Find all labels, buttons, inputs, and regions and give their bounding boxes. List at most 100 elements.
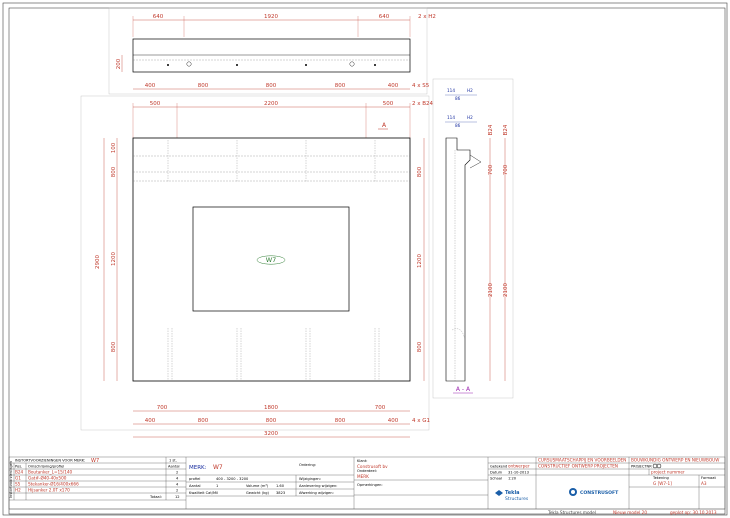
top-dim-1: 640 [153,14,164,20]
construsoft-name: CONSTRUSOFT [580,490,619,496]
sec-side-1: B24 [488,124,494,135]
sec-side-2: B24 [503,124,509,135]
row-pos-1: B24 [15,470,24,475]
info-value-1: ontwerper [508,464,530,469]
row-qty-1: 2 [176,471,178,475]
info-value-2: 31-10-2013 [508,471,529,475]
info-line-1: CURSUSMAATSCHAPPIJ EN VOORBEELDEN [538,458,626,463]
front-bdim2-1: 400 [145,418,156,424]
row-desc-2: Gat#-Ø40-40x500 [28,476,67,481]
front-dim-2: 2200 [264,101,278,107]
left-total-dim: 2900 [95,255,101,269]
front-dim-note: 2 x B24 [412,101,434,107]
front-bdim1-1: 700 [157,405,168,411]
tekla-logo: Tekla Structures [495,490,529,502]
sec-a-1: 114 [447,88,455,93]
sec-right-1: 700 [488,164,494,175]
gewicht-label: Gewicht (kg) [246,491,270,495]
section-view: 114 H2 86 114 H2 86 B24 B24 700 2100 700… [432,78,514,399]
left-dim-3: 1200 [111,252,117,266]
info-value-3: 1:20 [508,477,517,481]
sec-right-2: 2100 [488,283,494,297]
section-mark: A [382,122,387,129]
merk-label: MERK: [189,465,207,471]
aantal-label: Aantal [189,484,201,488]
right-dim-3: 800 [417,341,423,352]
front-bdim2-3: 800 [266,418,277,424]
row-pos-2: G1 [15,476,21,481]
formaat-value: A3 [701,481,707,486]
section-label: A - A [456,386,471,393]
top-dim-3: 640 [379,14,390,20]
left-dim-4: 800 [111,341,117,352]
left-dim-1: 100 [111,142,117,153]
parts-merk: W7 [91,458,99,464]
onderdeel-label: Onderdeel: [357,469,377,473]
top-bdim-1: 400 [145,83,156,89]
sec-right2-2: 2100 [503,283,509,297]
ordering-label: Ordering: [299,463,316,467]
footer: Tekla Structures model Nieuw model 20 ge… [547,510,717,515]
front-dim-1: 500 [150,101,161,107]
col-pos: Pos. [15,465,22,469]
profiel-value: 400 - 3200 - 3200 [216,477,249,481]
col-desc: Omschrijving/profiel [28,465,64,469]
field-3: Afwerking wijzigen: [299,491,334,495]
onderdeel-value: MERK [357,474,369,479]
info-line-2: CONSTRUCTIEF ONTWERP PROJECTEN [538,464,618,469]
parts-side-label: Instortvoorzieningen [9,461,13,498]
gewicht-value: 3823 [276,491,285,495]
front-bdim2-note: 4 x G1 [412,418,430,424]
front-dim-3: 500 [383,101,394,107]
front-bdim2-5: 400 [388,418,399,424]
total-label: Totaal: [149,495,162,499]
top-bdim-5: 400 [388,83,399,89]
tekla-sub: Structures [505,496,529,502]
top-dim-note: 2 x H2 [418,14,436,20]
sec-right2-1: 700 [503,164,509,175]
top-bdim-4: 800 [335,83,346,89]
remarks-label: Opmerkingen: [357,483,383,487]
row-qty-4: 2 [176,489,178,493]
kwaliteit-label: Kwaliteit Cat/Mil [189,491,218,495]
row-pos-4: H2 [15,488,21,493]
link-icon [652,463,662,469]
info-label-2: Datum [490,471,503,475]
sec-b-2: H2 [467,115,473,120]
info-label-3: Schaal [490,477,502,481]
top-bdim-note: 4 x S5 [412,83,430,89]
info-line-3: BOUWKUNDIG ONTWERP EN NIEUWBOUW [631,458,719,463]
footer-model: Nieuw model 20 [613,510,647,515]
aantal-value: 1 [216,484,218,488]
drawing-sheet: 640 1920 640 2 x H2 200 400 800 800 800 … [2,2,728,516]
formaat-label: Formaat [701,476,716,480]
top-dim-2: 1920 [264,14,278,20]
construsoft-logo: CONSTRUSOFT [569,488,619,496]
sec-a-3: 86 [455,96,461,101]
parts-unit: 1 st. [169,459,177,463]
parts-title: INSTORTVOORZIENINGEN VOOR MERK: [15,459,85,463]
klant-label: Klant: [357,459,367,463]
footer-date: geplot op: 30.10.2013 [670,510,717,515]
front-bdim2-2: 800 [198,418,209,424]
project-name: project nummer [651,470,685,475]
total-value: 12 [175,495,180,499]
left-dim-2: 800 [111,166,117,177]
right-dim-2: 1200 [417,254,423,268]
row-desc-3: Stekanker-Ø16/400x666 [28,482,79,487]
row-desc-4: Hijsanker 2.0T x170 [28,488,70,493]
front-bdim1-2: 1800 [264,405,278,411]
volume-label: Volume (m³) [246,484,269,488]
row-qty-2: 4 [176,477,179,481]
right-dim-1: 800 [417,166,423,177]
info-label-1: Getekend [490,465,507,469]
col-qty: Aantal [168,465,180,469]
tekening-value: G [W7-1] [653,481,672,486]
top-bdim-2: 800 [198,83,209,89]
footer-source: Tekla Structures model [547,510,596,515]
tekening-label: Tekening [652,476,669,480]
row-desc-1: Boutanker_L=15/140 [28,470,73,475]
element-mark: W7 [266,256,277,264]
sec-b-1: 114 [447,115,455,120]
field-1: Wijzigingen: [299,477,321,481]
